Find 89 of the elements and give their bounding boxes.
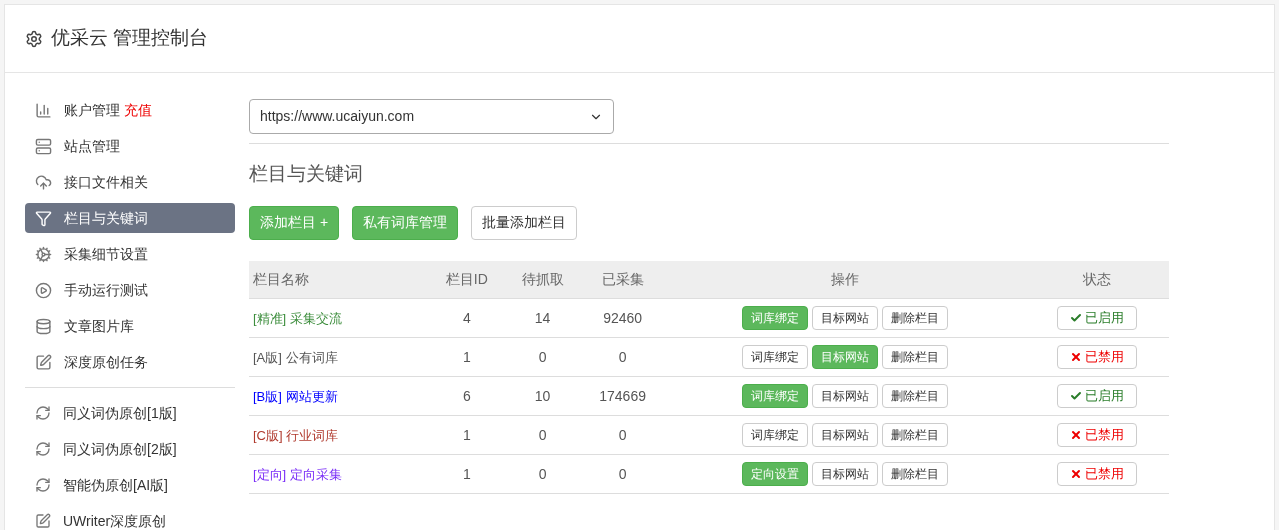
action-button[interactable]: 批量添加栏目: [471, 205, 578, 240]
table-cell: 1: [429, 454, 505, 494]
sidebar-label: 账户管理: [64, 100, 120, 120]
gear-icon: [35, 245, 52, 263]
sidebar-item[interactable]: 账户管理 充值: [25, 95, 235, 125]
action-button[interactable]: 删除栏目: [881, 462, 948, 486]
console-title: 优采云 管理控制台: [51, 26, 209, 51]
column-header: 已采集: [580, 260, 665, 299]
column-name-link[interactable]: [A版] 公有词库: [253, 349, 338, 365]
sidebar-item[interactable]: UWriter深度原创: [25, 506, 235, 530]
refresh-icon: [35, 405, 51, 421]
bar-chart-icon: [35, 101, 52, 119]
cloud-upload-icon: [35, 173, 52, 191]
action-button[interactable]: 删除栏目: [881, 345, 948, 369]
settings-icon: [25, 29, 43, 48]
cross-icon: [1069, 468, 1082, 480]
table-cell: 0: [580, 337, 665, 377]
action-button[interactable]: 目标网站: [811, 384, 878, 408]
edit-icon: [35, 513, 51, 529]
table-cell: 10: [504, 376, 581, 416]
action-button[interactable]: 词库绑定: [741, 423, 808, 447]
sidebar-item[interactable]: 站点管理: [25, 131, 235, 161]
status-button[interactable]: 已启用: [1056, 306, 1137, 330]
status-button[interactable]: 已禁用: [1056, 423, 1137, 447]
sidebar-label: 接口文件相关: [64, 172, 148, 192]
column-header: 待抓取: [504, 260, 581, 299]
table-cell: 1: [429, 337, 505, 377]
database-icon: [35, 317, 52, 335]
sidebar-label: 文章图片库: [64, 316, 134, 336]
table-cell: 0: [504, 415, 581, 455]
cross-icon: [1069, 351, 1082, 363]
table-cell: 4: [429, 298, 505, 338]
status-button[interactable]: 已启用: [1056, 384, 1137, 408]
column-name-link[interactable]: [精准] 采集交流: [253, 310, 342, 326]
site-select[interactable]: https://www.ucaiyun.com: [249, 99, 614, 134]
column-header: 栏目ID: [429, 260, 505, 299]
sidebar-item[interactable]: 同义词伪原创[2版]: [25, 434, 235, 464]
check-icon: [1069, 390, 1082, 402]
column-header: 栏目名称: [249, 260, 429, 299]
table-cell: 92460: [580, 298, 665, 338]
play-icon: [35, 281, 52, 299]
action-button[interactable]: 目标网站: [811, 423, 878, 447]
action-button[interactable]: 词库绑定: [741, 345, 808, 369]
status-button[interactable]: 已禁用: [1056, 345, 1137, 369]
check-icon: [1069, 312, 1082, 324]
edit-icon: [35, 353, 52, 371]
action-button[interactable]: 目标网站: [811, 306, 878, 330]
sidebar-item[interactable]: 同义词伪原创[1版]: [25, 398, 235, 428]
table-cell: 0: [504, 454, 581, 494]
server-icon: [35, 137, 52, 155]
table-cell: 0: [580, 454, 665, 494]
sidebar-label: 智能伪原创[AI版]: [63, 475, 168, 495]
column-name-link[interactable]: [C版] 行业词库: [253, 427, 339, 443]
action-button[interactable]: 删除栏目: [881, 423, 948, 447]
table-cell: 0: [504, 337, 581, 377]
table-cell: 6: [429, 376, 505, 416]
filter-icon: [35, 209, 52, 227]
column-header: 状态: [1024, 260, 1169, 299]
table-cell: 14: [504, 298, 581, 338]
cross-icon: [1069, 429, 1082, 441]
sidebar-label: 站点管理: [64, 136, 120, 156]
sidebar-item[interactable]: 文章图片库: [25, 311, 235, 341]
action-button[interactable]: 删除栏目: [881, 384, 948, 408]
refresh-icon: [35, 441, 51, 457]
column-header: 操作: [664, 260, 1025, 299]
sidebar-item[interactable]: 智能伪原创[AI版]: [25, 470, 235, 500]
column-name-link[interactable]: [B版] 网站更新: [253, 388, 338, 404]
sidebar-item[interactable]: 栏目与关键词: [25, 203, 235, 233]
status-button[interactable]: 已禁用: [1056, 462, 1137, 486]
sidebar-label: 同义词伪原创[1版]: [63, 403, 177, 423]
sidebar-label: 栏目与关键词: [64, 208, 148, 228]
sidebar-item[interactable]: 深度原创任务: [25, 347, 235, 377]
refresh-icon: [35, 477, 51, 493]
sidebar-label: UWriter深度原创: [63, 511, 167, 530]
sidebar-label: 采集细节设置: [64, 244, 148, 264]
sidebar-label: 同义词伪原创[2版]: [63, 439, 177, 459]
column-name-link[interactable]: [定向] 定向采集: [253, 466, 342, 482]
table-cell: 0: [580, 415, 665, 455]
sidebar-item[interactable]: 接口文件相关: [25, 167, 235, 197]
recharge-link[interactable]: 充值: [124, 99, 152, 121]
section-title: 栏目与关键词: [249, 162, 364, 186]
sidebar-item[interactable]: 手动运行测试: [25, 275, 235, 305]
action-button[interactable]: 目标网站: [811, 462, 878, 486]
table-cell: 174669: [580, 376, 665, 416]
sidebar-label: 深度原创任务: [64, 352, 148, 372]
sidebar-label: 手动运行测试: [64, 280, 148, 300]
table-cell: 1: [429, 415, 505, 455]
action-button[interactable]: 删除栏目: [881, 306, 948, 330]
sidebar-item[interactable]: 采集细节设置: [25, 239, 235, 269]
